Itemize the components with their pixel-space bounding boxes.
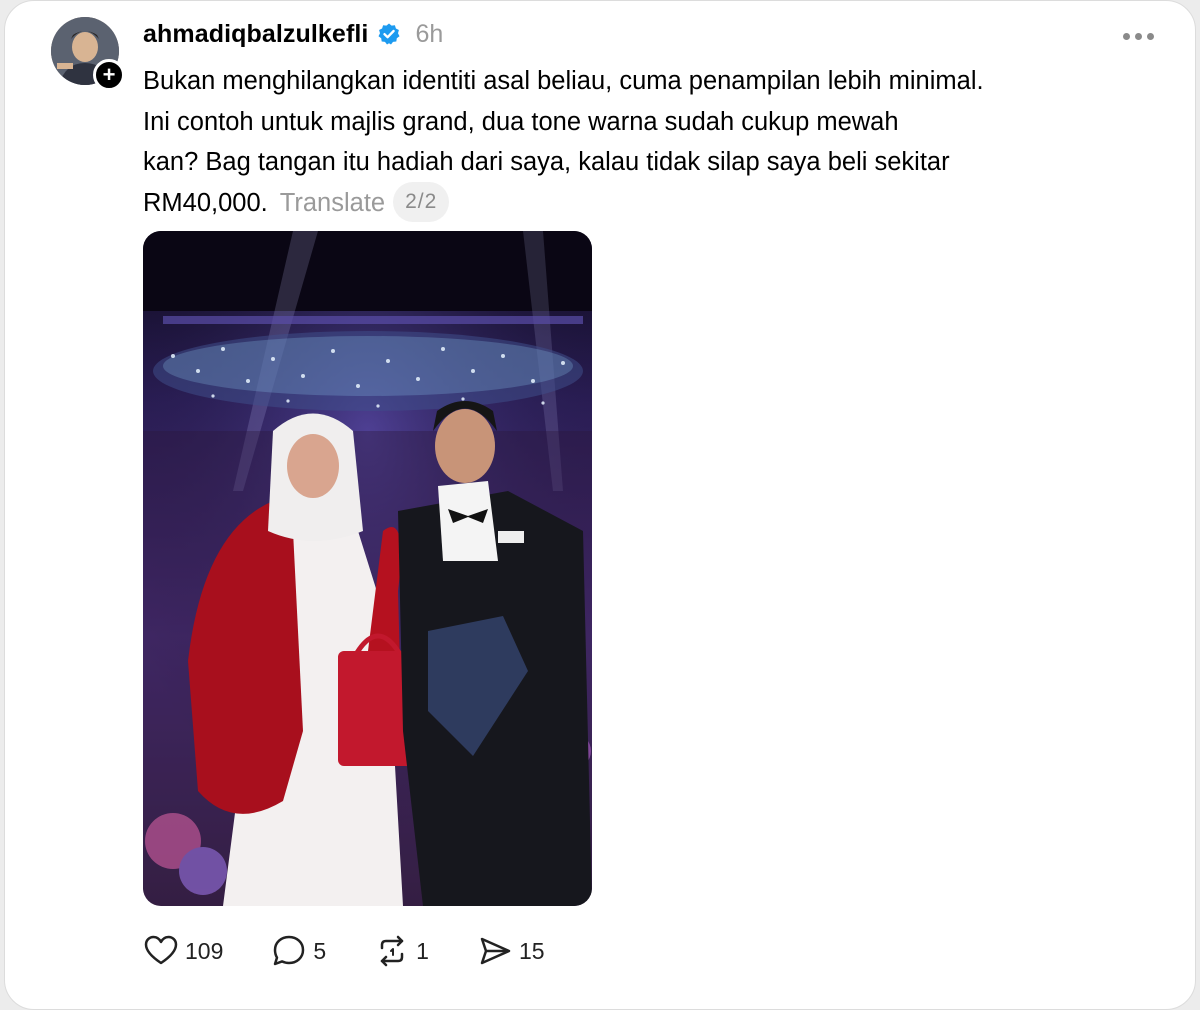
- repost-count: 1: [416, 937, 429, 964]
- username[interactable]: ahmadiqbalzulkefli: [143, 20, 368, 49]
- post-text-line: RM40,000.: [143, 188, 268, 217]
- like-count: 109: [185, 937, 224, 964]
- repost-arrows-icon: [380, 935, 404, 967]
- post-card: + ahmadiqbalzulkefli 6h Bukan menghilang…: [4, 0, 1196, 1010]
- like-button[interactable]: 109: [143, 933, 223, 969]
- heart-icon: [144, 935, 178, 965]
- share-button[interactable]: 15: [477, 933, 545, 969]
- repost-button[interactable]: 1: [374, 933, 429, 969]
- post-text-line: Bukan menghilangkan identiti asal beliau…: [143, 67, 984, 95]
- post-text: Bukan menghilangkan identiti asal beliau…: [143, 61, 1123, 224]
- post-text-last-line: RM40,000. Translate 2/2: [143, 181, 1123, 224]
- post-timestamp[interactable]: 6h: [415, 20, 443, 49]
- event-photo-illustration: [143, 231, 592, 906]
- page-indicator: 2/2: [393, 181, 450, 222]
- more-options-icon[interactable]: [1123, 27, 1163, 41]
- share-count: 15: [518, 937, 545, 964]
- post-photo[interactable]: [143, 231, 592, 906]
- reply-count: 5: [313, 937, 327, 964]
- speech-bubble-icon: [274, 935, 305, 966]
- verified-badge-icon: [378, 23, 400, 45]
- translate-link[interactable]: Translate: [280, 189, 385, 217]
- post-header: ahmadiqbalzulkefli 6h: [143, 17, 443, 51]
- avatar-container[interactable]: +: [51, 17, 125, 91]
- send-paper-plane-icon: [480, 937, 511, 965]
- follow-plus-button[interactable]: +: [93, 59, 125, 91]
- post-text-line: kan? Bag tangan itu hadiah dari saya, ka…: [143, 148, 950, 176]
- post-text-line: Ini contoh untuk majlis grand, dua tone …: [143, 107, 899, 136]
- action-bar: 109 5 1 15: [143, 931, 593, 971]
- reply-button[interactable]: 5: [271, 933, 326, 969]
